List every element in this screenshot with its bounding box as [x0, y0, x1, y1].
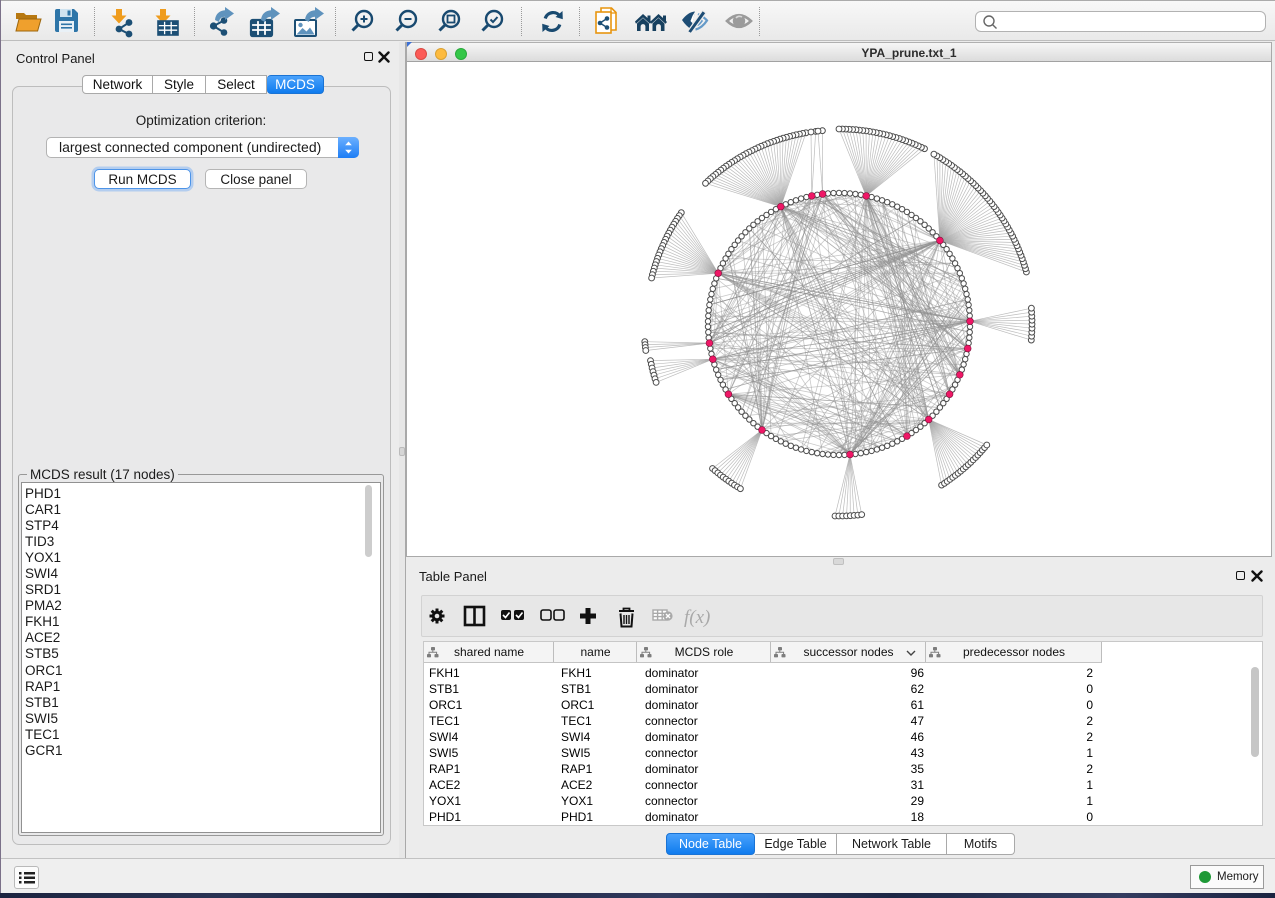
- svg-text:f(x): f(x): [684, 607, 710, 628]
